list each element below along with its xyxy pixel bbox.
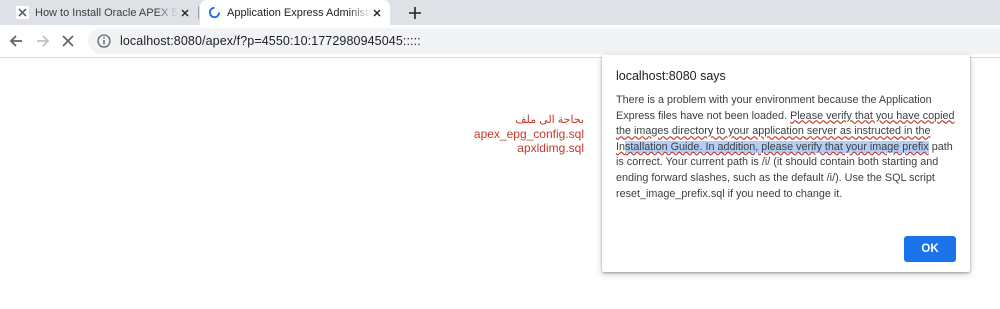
- stop-loading-button[interactable]: [58, 31, 78, 51]
- forward-button[interactable]: [33, 31, 53, 51]
- tab-oracle-apex-install[interactable]: How to Install Oracle APEX 5.1 -: [10, 0, 198, 25]
- url-text[interactable]: localhost:8080/apex/f?p=4550:10:17729809…: [120, 34, 421, 48]
- site-favicon-icon: [16, 6, 29, 19]
- red-annotation-note: بحاجة الى ملف apex_epg_config.sql apxldi…: [440, 113, 584, 155]
- loading-spinner-icon: [208, 6, 221, 19]
- dialog-message: There is a problem with your environment…: [616, 93, 956, 202]
- annotation-file-1: apex_epg_config.sql: [473, 127, 584, 141]
- message-part-3-highlighted: stallation Guide. In addition, please ve…: [625, 140, 929, 153]
- new-tab-button[interactable]: [405, 3, 425, 23]
- alert-dialog: localhost:8080 says There is a problem w…: [602, 55, 970, 272]
- tab-strip: How to Install Oracle APEX 5.1 - Applica…: [0, 0, 1000, 25]
- back-arrow-icon: [9, 35, 22, 47]
- browser-toolbar: localhost:8080/apex/f?p=4550:10:17729809…: [0, 25, 1000, 58]
- stop-icon: [62, 35, 74, 47]
- forward-arrow-icon: [37, 35, 50, 47]
- annotation-file-2: apxldimg.sql: [517, 141, 584, 155]
- tab-title: How to Install Oracle APEX 5.1 -: [35, 6, 178, 19]
- close-tab-icon[interactable]: [178, 6, 192, 20]
- tab-title: Application Express Administratio: [227, 6, 370, 19]
- close-tab-icon[interactable]: [370, 6, 384, 20]
- address-bar[interactable]: localhost:8080/apex/f?p=4550:10:17729809…: [88, 28, 1000, 54]
- annotation-arabic-text: بحاجة الى ملف: [515, 114, 584, 126]
- ok-button[interactable]: OK: [904, 236, 956, 262]
- back-button[interactable]: [6, 31, 26, 51]
- plus-icon: [409, 7, 421, 19]
- tab-application-express-admin[interactable]: Application Express Administratio: [200, 0, 390, 25]
- dialog-title: localhost:8080 says: [616, 69, 726, 83]
- site-info-icon[interactable]: [96, 33, 112, 49]
- tab-divider: [198, 6, 199, 19]
